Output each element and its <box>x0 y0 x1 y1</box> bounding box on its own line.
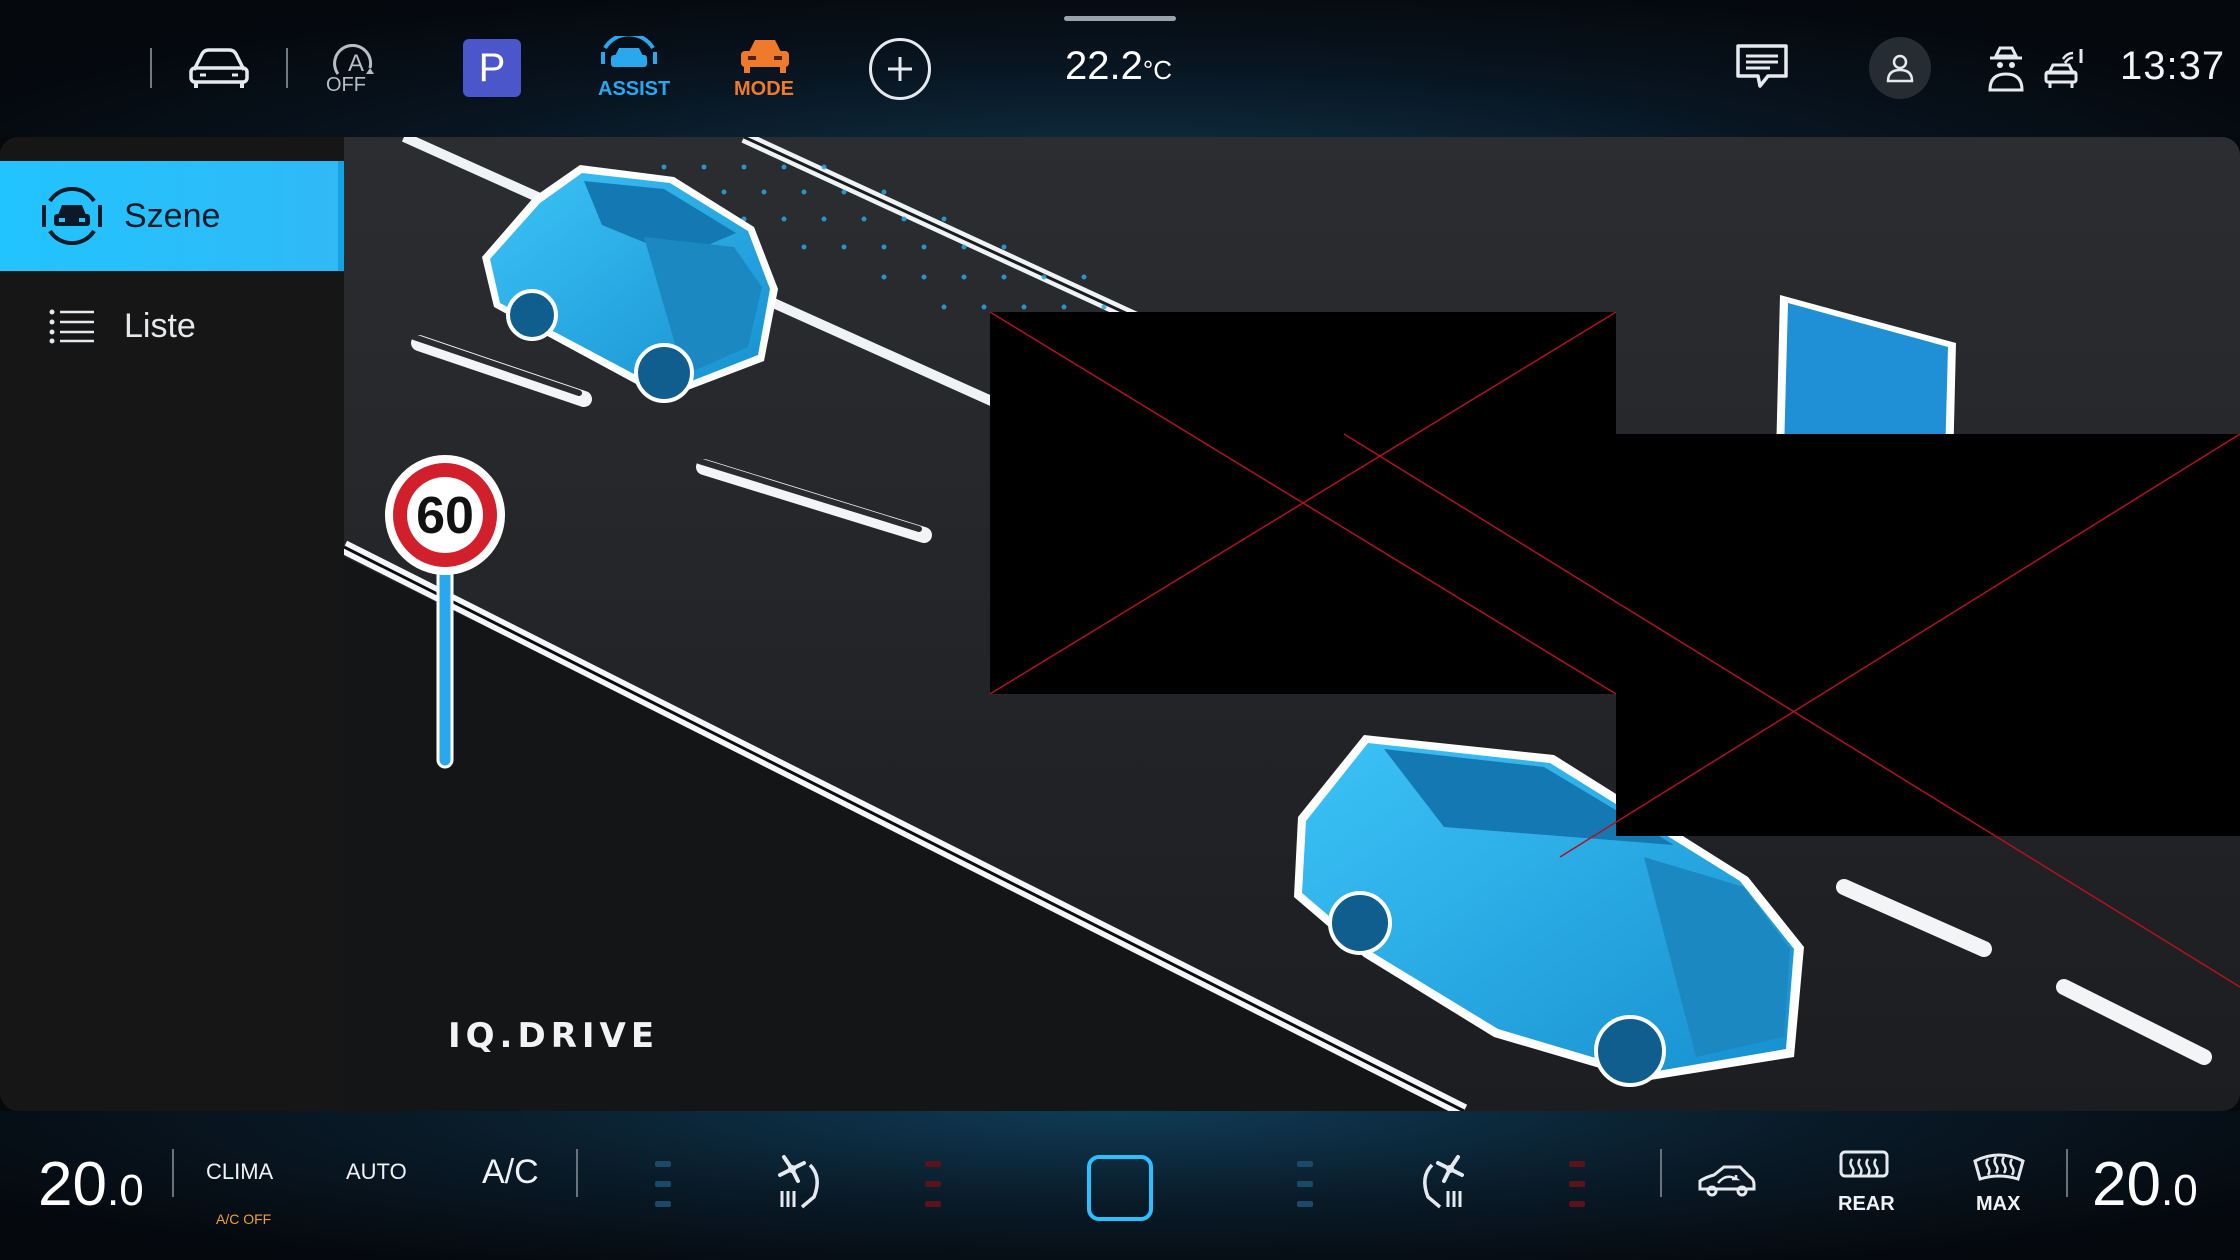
car-sensors-icon <box>40 184 104 248</box>
drive-mode-button[interactable]: MODE <box>728 36 802 102</box>
brand-logo: IQ.DRIVE <box>448 1016 660 1056</box>
assist-label: ASSIST <box>598 78 671 100</box>
right-seat-ventilation-button[interactable] <box>1412 1151 1472 1213</box>
auto-label: AUTO <box>346 1159 407 1184</box>
svg-text:A: A <box>348 50 364 77</box>
speed-limit-value: 60 <box>416 487 474 545</box>
left-seat-ventilation-button[interactable] <box>770 1151 830 1213</box>
park-label: P <box>478 45 506 90</box>
recirculation-car-icon <box>1698 1165 1756 1197</box>
left-fan-level-indicator <box>654 1161 672 1207</box>
rear-defrost-icon <box>1839 1150 1889 1178</box>
privacy-mode-icon[interactable] <box>1984 44 2028 94</box>
user-icon <box>1886 54 1914 83</box>
list-icon <box>40 294 104 358</box>
auto-hold-label: OFF <box>326 74 366 96</box>
right-temp-dec: .0 <box>2160 1166 2198 1215</box>
ac-button[interactable]: A/C <box>482 1153 539 1192</box>
status-bar: A OFF P ASSIST MODE 22.2°C 13:37 <box>0 0 2240 137</box>
max-defrost-button[interactable]: MAX <box>1972 1149 2028 1221</box>
climate-bar: 20.0 CLIMA A/C OFF AUTO A/C REAR MAX 20.… <box>0 1111 2240 1260</box>
divider <box>2066 1149 2068 1197</box>
profile-button[interactable] <box>1869 37 1931 99</box>
rear-label: REAR <box>1838 1193 1895 1215</box>
left-temperature[interactable]: 20.0 <box>38 1149 144 1220</box>
climate-menu-button[interactable] <box>1087 1155 1153 1221</box>
plus-icon <box>888 57 912 81</box>
sidebar-item-label: Szene <box>124 196 221 235</box>
messages-button[interactable] <box>1732 40 1792 96</box>
divider <box>150 48 152 88</box>
left-temp-int: 20 <box>38 1150 107 1219</box>
windshield-defrost-icon <box>1973 1153 2025 1181</box>
right-seat-heat-level-indicator <box>1568 1161 1586 1207</box>
mode-label: MODE <box>734 78 794 100</box>
auto-hold-button[interactable]: A OFF <box>322 36 390 98</box>
left-temp-dec: .0 <box>106 1166 144 1215</box>
assist-scene-panel: Szene Liste 60 <box>0 137 2240 1111</box>
park-assist-button[interactable]: P <box>463 39 521 97</box>
divider <box>576 1149 578 1197</box>
divider <box>1660 1149 1662 1197</box>
right-temperature[interactable]: 20.0 <box>2092 1149 2198 1220</box>
outside-temp-value: 22.2 <box>1065 44 1143 88</box>
car2x-connection-icon <box>2042 44 2088 94</box>
clock: 13:37 <box>2120 44 2226 88</box>
clima-button[interactable]: CLIMA <box>206 1159 273 1185</box>
air-recirculation-button[interactable] <box>1696 1163 1758 1203</box>
outside-temp-unit: °C <box>1142 55 1173 85</box>
road-illustration: 60 <box>340 137 2240 1111</box>
driving-scene: 60 <box>340 137 2240 1111</box>
divider <box>286 48 288 88</box>
ac-label: A/C <box>482 1153 539 1191</box>
assist-button[interactable]: ASSIST <box>592 36 670 102</box>
right-temp-int: 20 <box>2092 1150 2161 1219</box>
sidebar: Szene Liste <box>0 137 344 1111</box>
missing-image-placeholder <box>989 311 1617 695</box>
vehicle-icon[interactable] <box>186 40 252 96</box>
pull-down-handle[interactable] <box>1064 16 1176 21</box>
right-fan-level-indicator <box>1296 1161 1314 1207</box>
auto-button[interactable]: AUTO <box>346 1159 407 1185</box>
drive-mode-car-icon <box>741 40 789 73</box>
sidebar-item-scene[interactable]: Szene <box>0 161 344 271</box>
max-label: MAX <box>1976 1193 2021 1215</box>
apps-grid-icon[interactable] <box>34 48 120 88</box>
clima-label: CLIMA <box>206 1159 274 1184</box>
sidebar-item-label: Liste <box>124 306 196 345</box>
left-seat-heat-level-indicator <box>924 1161 942 1207</box>
assist-car-icon <box>601 36 657 67</box>
add-shortcut-button[interactable] <box>869 38 931 100</box>
outside-temperature: 22.2°C <box>1065 44 1172 89</box>
seat-fan-icon <box>778 1155 819 1209</box>
sidebar-item-list[interactable]: Liste <box>0 271 344 381</box>
message-bubble-icon <box>1736 44 1788 88</box>
divider <box>172 1149 174 1197</box>
ac-off-status: A/C OFF <box>216 1211 272 1227</box>
rear-defrost-button[interactable]: REAR <box>1838 1149 1895 1221</box>
seat-fan-icon <box>1423 1155 1464 1209</box>
